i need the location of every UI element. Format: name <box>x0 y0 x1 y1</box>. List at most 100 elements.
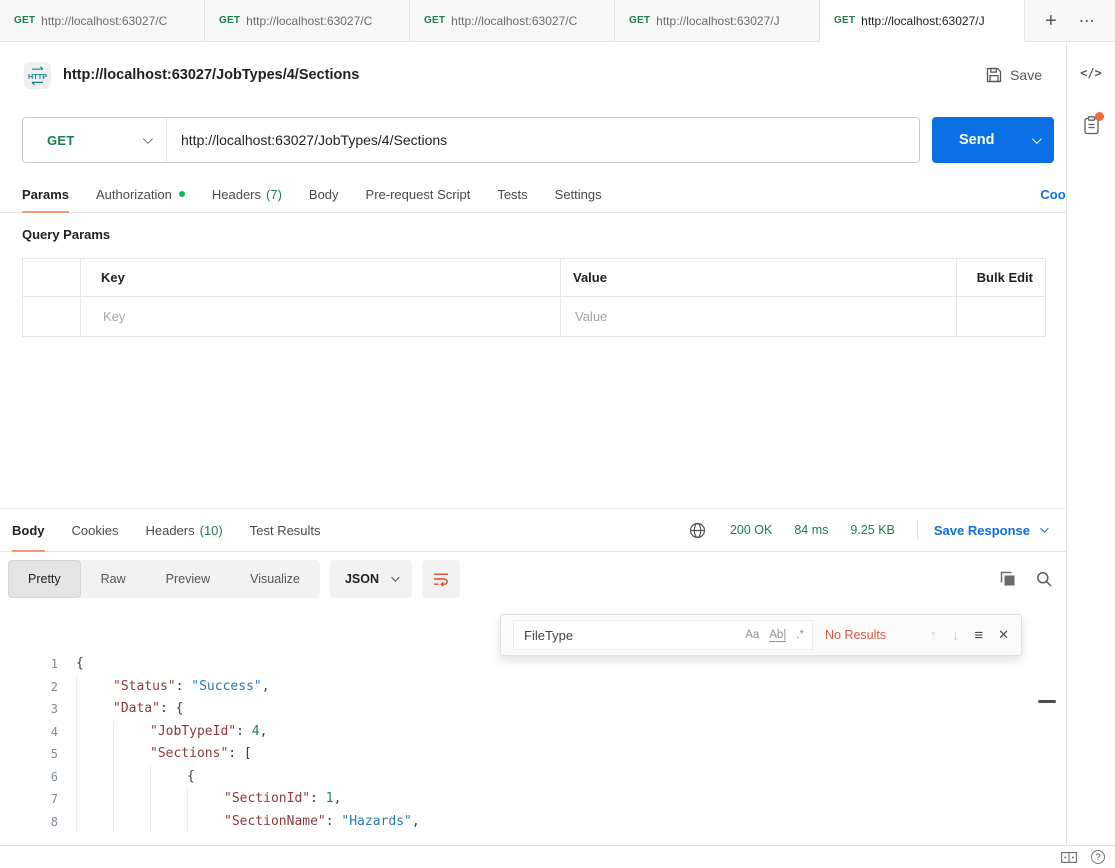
line-number: 5 <box>0 743 58 766</box>
row-select-cell[interactable] <box>23 297 81 337</box>
comments-icon[interactable] <box>1083 116 1100 135</box>
request-tab-settings[interactable]: Settings <box>555 176 602 212</box>
next-match-button[interactable]: ↓ <box>952 627 960 644</box>
workspace-tab[interactable]: GEThttp://localhost:63027/C <box>410 0 615 42</box>
response-body-editor[interactable]: 1{2"Status": "Success",3"Data": {4"JobTy… <box>0 653 1038 841</box>
status-code[interactable]: 200 OK <box>730 523 772 537</box>
line-number: 2 <box>0 676 58 699</box>
workspace-tab[interactable]: GEThttp://localhost:63027/C <box>0 0 205 42</box>
token-p: : { <box>160 698 183 721</box>
new-tab-button[interactable]: + <box>1045 11 1057 31</box>
code-line: 7"SectionId": 1, <box>0 788 1038 811</box>
token-s: "Hazards" <box>341 811 411 834</box>
response-tab-test-results[interactable]: Test Results <box>250 509 321 551</box>
response-tab-headers[interactable]: Headers(10) <box>145 509 222 551</box>
notification-dot <box>1095 112 1104 121</box>
close-find-button[interactable]: ✕ <box>998 627 1009 643</box>
code-snippet-icon[interactable]: </> <box>1080 66 1102 80</box>
regex-toggle[interactable]: .* <box>796 629 804 641</box>
save-response-button[interactable]: Save Response <box>934 523 1046 538</box>
request-tab-headers[interactable]: Headers(7) <box>212 176 282 212</box>
match-case-toggle[interactable]: Aa <box>745 629 759 641</box>
method-dropdown[interactable]: GET <box>23 118 166 162</box>
split-pane-icon[interactable] <box>1061 852 1077 863</box>
tab-method-label: GET <box>834 15 855 26</box>
response-meta: 200 OK 84 ms 9.25 KB Save Response <box>689 508 1066 552</box>
request-tab-pre-request-script[interactable]: Pre-request Script <box>366 176 471 212</box>
request-tab-authorization[interactable]: Authorization <box>96 176 185 212</box>
view-mode-raw[interactable]: Raw <box>81 560 146 598</box>
workspace-tab[interactable]: GEThttp://localhost:63027/C <box>205 0 410 42</box>
tab-count: (7) <box>266 187 282 202</box>
workspace-tab[interactable]: GET http://localhost:63027/J <box>615 0 820 42</box>
request-title-bar: HTTP http://localhost:63027/JobTypes/4/S… <box>0 42 1066 108</box>
tab-method-label: GET <box>424 15 445 26</box>
wrap-lines-button[interactable] <box>422 560 460 598</box>
status-bar: ? <box>0 845 1115 868</box>
search-icon <box>1036 571 1052 587</box>
param-actions-cell <box>957 297 1046 337</box>
token-k: "SectionName" <box>224 811 326 834</box>
tab-url-label: http://localhost:63027/J <box>656 14 779 28</box>
response-time[interactable]: 84 ms <box>794 523 828 537</box>
svg-text:HTTP: HTTP <box>28 71 47 80</box>
previous-match-button[interactable]: ↑ <box>929 627 937 644</box>
view-mode-visualize[interactable]: Visualize <box>230 560 320 598</box>
tab-label: Authorization <box>96 187 172 202</box>
floppy-icon <box>986 67 1002 83</box>
request-tab-tests[interactable]: Tests <box>497 176 527 212</box>
url-input[interactable] <box>167 132 919 148</box>
token-k: "Status" <box>113 676 176 699</box>
copy-icon <box>1000 571 1016 587</box>
chevron-down-icon <box>391 573 399 581</box>
view-mode-preview[interactable]: Preview <box>146 560 230 598</box>
help-button[interactable]: ? <box>1091 850 1105 864</box>
indent-guide <box>76 743 113 766</box>
indent-guide <box>187 788 224 811</box>
tab-overflow-menu-button[interactable]: ⋯ <box>1079 11 1097 31</box>
save-button[interactable]: Save <box>986 67 1042 83</box>
indent-guide <box>187 811 224 834</box>
token-p: { <box>76 653 84 676</box>
token-p: , <box>334 788 342 811</box>
method-label: GET <box>47 133 75 148</box>
tab-method-label: GET <box>219 15 240 26</box>
query-params-header-row: Key Value Bulk Edit <box>23 259 1046 297</box>
send-button[interactable]: Send <box>932 117 1054 163</box>
scrollbar-thumb[interactable] <box>1038 700 1056 703</box>
whole-word-toggle[interactable]: Ab| <box>769 629 786 642</box>
response-tab-body[interactable]: Body <box>12 509 45 551</box>
format-label: JSON <box>345 572 379 586</box>
format-dropdown[interactable]: JSON <box>330 560 412 598</box>
token-k: "JobTypeId" <box>150 721 236 744</box>
list-matches-button[interactable]: ≡ <box>974 627 983 644</box>
token-p: : <box>236 721 252 744</box>
bulk-edit-button[interactable]: Bulk Edit <box>977 270 1033 285</box>
code-line-content: "Status": "Success", <box>76 676 270 699</box>
url-row: GET Send <box>22 117 1055 163</box>
request-tab-params[interactable]: Params <box>22 176 69 212</box>
network-globe-icon[interactable] <box>689 522 706 539</box>
wrap-lines-icon <box>433 571 449 587</box>
request-tab-body[interactable]: Body <box>309 176 339 212</box>
code-line-content: { <box>76 766 195 789</box>
view-mode-pretty[interactable]: Pretty <box>8 560 81 598</box>
tab-method-label: GET <box>629 15 650 26</box>
send-options-button[interactable] <box>1032 131 1039 149</box>
find-input[interactable] <box>522 627 745 644</box>
workspace-tab[interactable]: GEThttp://localhost:63027/J <box>820 0 1025 42</box>
postman-app: GEThttp://localhost:63027/CGEThttp://loc… <box>0 0 1115 868</box>
find-nav: ↑ ↓ ≡ ✕ <box>929 627 1009 644</box>
response-size[interactable]: 9.25 KB <box>850 523 894 537</box>
find-options: Aa Ab| .* <box>745 629 804 642</box>
param-key-input[interactable] <box>101 308 537 325</box>
response-tab-cookies[interactable]: Cookies <box>72 509 119 551</box>
search-button[interactable] <box>1036 571 1052 587</box>
code-line: 8"SectionName": "Hazards", <box>0 811 1038 834</box>
indent-guide <box>150 788 187 811</box>
param-value-input[interactable] <box>573 308 937 325</box>
tab-label: Headers <box>145 523 194 538</box>
url-box: GET <box>22 117 920 163</box>
copy-button[interactable] <box>1000 571 1016 587</box>
tab-label: Cookies <box>72 523 119 538</box>
